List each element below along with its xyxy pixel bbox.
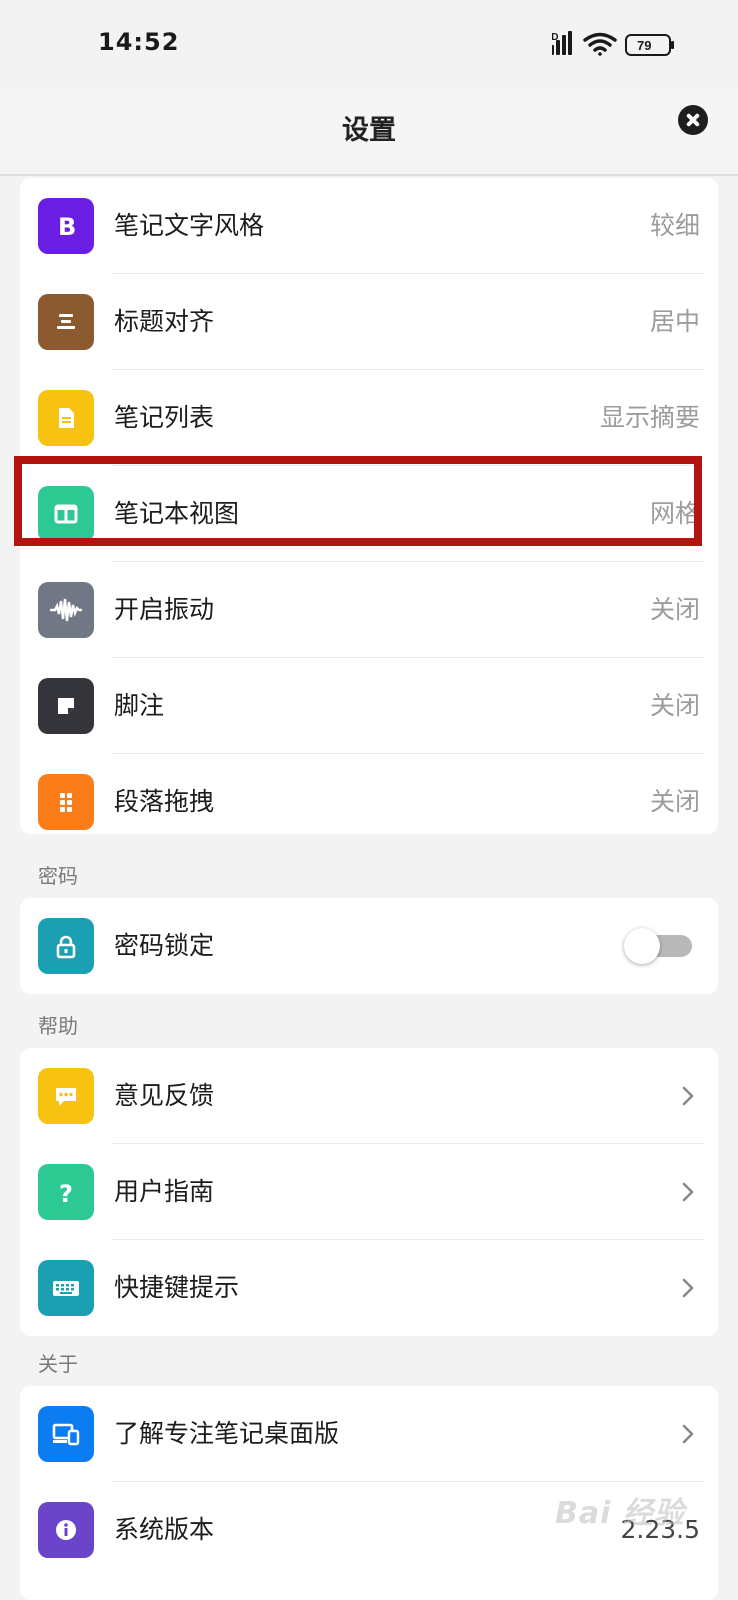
battery-level: 79 [637, 38, 651, 53]
password-card: 密码锁定 [20, 898, 718, 994]
setting-value: 显示摘要 [599, 403, 700, 432]
setting-label: 笔记文字风格 [114, 211, 265, 240]
svg-text:B: B [58, 213, 76, 240]
section-title-help: 帮助 [38, 1014, 78, 1038]
setting-row-paragraph-drag[interactable]: 段落拖拽 关闭 [20, 754, 718, 850]
align-center-icon [38, 294, 94, 350]
info-icon [38, 1502, 94, 1558]
setting-row-footnote[interactable]: 脚注 关闭 [20, 658, 718, 754]
setting-value: 居中 [649, 307, 700, 336]
setting-row-notebook-view[interactable]: 笔记本视图 网格 [20, 466, 718, 562]
setting-label: 脚注 [114, 691, 165, 720]
help-card: 意见反馈 ? 用户指南 快捷键提示 [20, 1048, 718, 1336]
grid-view-icon [38, 486, 94, 542]
setting-value: 关闭 [649, 691, 700, 720]
keyboard-icon [38, 1260, 94, 1316]
setting-row-user-guide[interactable]: ? 用户指南 [20, 1144, 718, 1240]
setting-label: 快捷键提示 [114, 1273, 240, 1302]
devices-icon [38, 1406, 94, 1462]
setting-row-shortcuts[interactable]: 快捷键提示 [20, 1240, 718, 1336]
setting-value: 网格 [649, 499, 700, 528]
clock: 14:52 [98, 28, 180, 56]
chevron-right-icon [682, 1424, 694, 1444]
setting-label: 了解专注笔记桌面版 [114, 1419, 340, 1448]
page-title: 设置 [342, 115, 396, 146]
question-icon: ? [38, 1164, 94, 1220]
setting-label: 标题对齐 [114, 307, 215, 336]
watermark: Bai 经验 [555, 1496, 685, 1531]
section-title-password: 密码 [38, 864, 78, 888]
setting-row-text-style[interactable]: B 笔记文字风格 较细 [20, 178, 718, 274]
wifi-icon [583, 32, 617, 56]
toggle-knob [624, 928, 660, 964]
display-settings-card: B 笔记文字风格 较细 标题对齐 居中 笔记列表 显示摘要 笔记本视图 网格 开… [20, 178, 718, 834]
chevron-right-icon [682, 1182, 694, 1202]
chevron-right-icon [682, 1278, 694, 1298]
drag-handle-icon [38, 774, 94, 830]
setting-label: 密码锁定 [114, 931, 215, 960]
setting-value: 关闭 [649, 787, 700, 816]
waveform-icon [38, 582, 94, 638]
chat-icon [38, 1068, 94, 1124]
setting-label: 用户指南 [114, 1177, 215, 1206]
setting-row-password-lock[interactable]: 密码锁定 [20, 898, 718, 994]
setting-label: 笔记本视图 [114, 499, 240, 528]
setting-row-note-list[interactable]: 笔记列表 显示摘要 [20, 370, 718, 466]
close-icon[interactable] [678, 105, 708, 135]
status-bar: 14:52 HD 79 [0, 0, 738, 88]
lock-icon [38, 918, 94, 974]
bold-icon: B [38, 198, 94, 254]
setting-label: 意见反馈 [114, 1081, 215, 1110]
setting-row-title-align[interactable]: 标题对齐 居中 [20, 274, 718, 370]
svg-text:?: ? [59, 1180, 73, 1206]
setting-row-desktop-version[interactable]: 了解专注笔记桌面版 [20, 1386, 718, 1482]
setting-label: 系统版本 [114, 1515, 215, 1544]
nav-bar: 设置 [0, 88, 738, 176]
setting-label: 段落拖拽 [114, 787, 215, 816]
setting-row-vibration[interactable]: 开启振动 关闭 [20, 562, 718, 658]
battery-icon: 79 [625, 34, 674, 56]
password-lock-toggle[interactable] [622, 928, 696, 964]
note-icon [38, 678, 94, 734]
setting-row-feedback[interactable]: 意见反馈 [20, 1048, 718, 1144]
chevron-right-icon [682, 1086, 694, 1106]
section-title-about: 关于 [38, 1352, 78, 1376]
setting-value: 关闭 [649, 595, 700, 624]
document-icon [38, 390, 94, 446]
status-icons: HD 79 [552, 31, 674, 56]
setting-label: 笔记列表 [114, 403, 215, 432]
setting-value: 较细 [649, 211, 700, 240]
setting-label: 开启振动 [114, 595, 215, 624]
